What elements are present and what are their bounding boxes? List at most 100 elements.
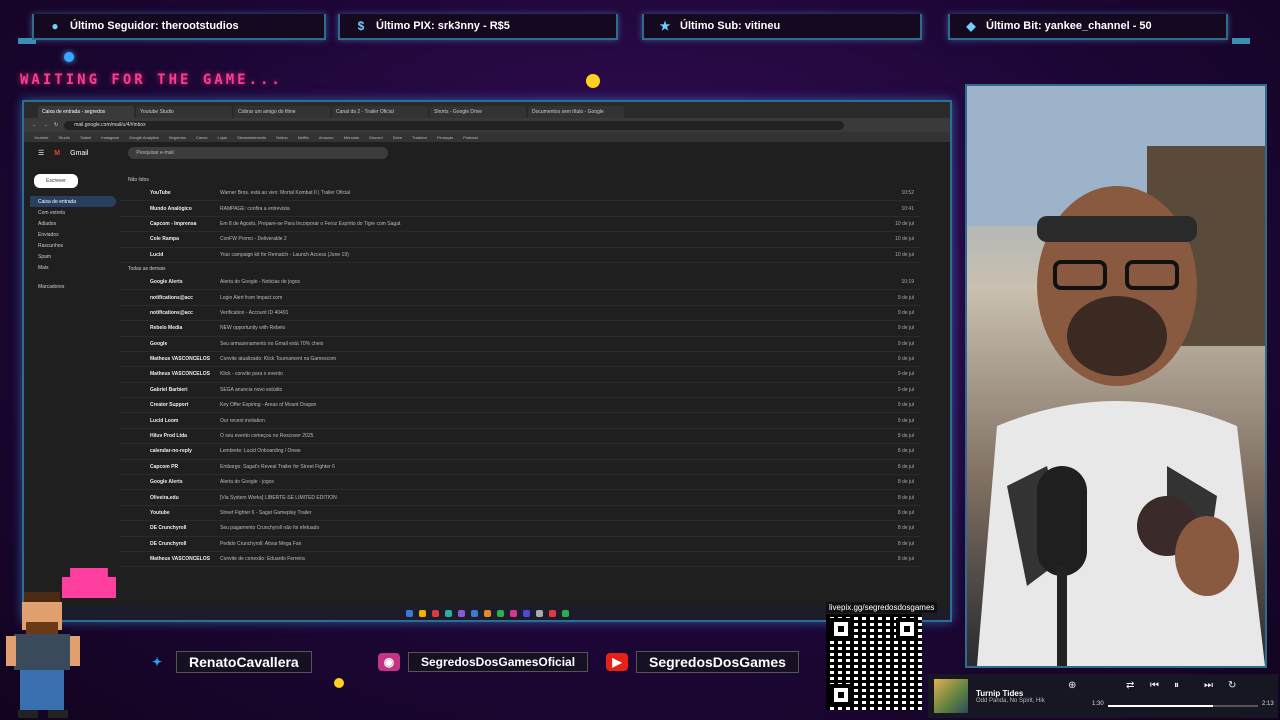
- bookmark-item[interactable]: Netflix: [298, 135, 309, 140]
- sidebar-item[interactable]: Com estrela: [30, 207, 116, 218]
- browser-tab[interactable]: Youtube Studio: [136, 106, 232, 118]
- bookmark-item[interactable]: Podcast: [463, 135, 477, 140]
- mail-row[interactable]: calendar-no-reply Lembrete: Lucid Onboard…: [120, 444, 920, 460]
- progress-bar[interactable]: [1108, 705, 1258, 707]
- mail-row[interactable]: notifications@acc Verification - Account …: [120, 306, 920, 322]
- taskbar-app-icon[interactable]: [470, 609, 478, 617]
- sidebar-item[interactable]: Caixa de entrada: [30, 196, 116, 207]
- browser-tab[interactable]: Documentos sem título - Google: [528, 106, 624, 118]
- bookmark-item[interactable]: Streamelements: [237, 135, 266, 140]
- mail-row[interactable]: Matheus VASCONCELOS Convite de conexão: E…: [120, 552, 920, 568]
- repeat-icon[interactable]: ↻: [1228, 680, 1236, 691]
- social-instagram: ◉ SegredosDosGamesOficial: [378, 648, 589, 676]
- taskbar-app-icon[interactable]: [496, 609, 504, 617]
- shuffle-icon[interactable]: ⇄: [1126, 680, 1134, 691]
- mail-row[interactable]: Capcom - Imprensa Em 8 de Agosto, Prepare…: [120, 217, 920, 233]
- mail-row[interactable]: Capcom PR Embargo: Sagat's Reveal Trailer…: [120, 460, 920, 476]
- mail-date: 9 de jul: [897, 371, 914, 378]
- taskbar-app-icon[interactable]: [457, 609, 465, 617]
- mail-row[interactable]: Cole Rampa ConFW Promo - Deliverable 2 10 …: [120, 232, 920, 248]
- bookmark-item[interactable]: Instagram: [101, 135, 119, 140]
- taskbar-app-icon[interactable]: [509, 609, 517, 617]
- bookmark-item[interactable]: Youtube: [34, 135, 49, 140]
- mail-row[interactable]: YouTube Warner Bros. está ao vivo: Mortal…: [120, 186, 920, 202]
- taskbar-app-icon[interactable]: [444, 609, 452, 617]
- bookmark-item[interactable]: Drive: [393, 135, 402, 140]
- browser-tab[interactable]: Canal da 2 - Trailer Oficial: [332, 106, 428, 118]
- taskbar-app-icon[interactable]: [548, 609, 556, 617]
- mail-date: 9 de jul: [897, 309, 914, 316]
- mail-row[interactable]: Creator Support Key Offer Expiring - Area…: [120, 398, 920, 414]
- add-icon[interactable]: ⊕: [1068, 680, 1076, 691]
- forward-icon[interactable]: →: [43, 122, 48, 128]
- bookmark-item[interactable]: Tradutor: [412, 135, 427, 140]
- bookmark-item[interactable]: Discord: [369, 135, 383, 140]
- mail-row[interactable]: Matheus VASCONCELOS Convite atualizado: K…: [120, 352, 920, 368]
- alert-last-follower: ● Último Seguidor: therootstudios: [32, 14, 326, 40]
- mail-row[interactable]: Google Seu armazenamento no Gmail está 70…: [120, 337, 920, 352]
- bookmark-item[interactable]: Mercado: [344, 135, 360, 140]
- bookmark-item[interactable]: Lojas: [218, 135, 228, 140]
- menu-icon[interactable]: ☰: [38, 149, 44, 157]
- taskbar-app-icon[interactable]: [418, 609, 426, 617]
- taskbar-app-icon[interactable]: [561, 609, 569, 617]
- mail-date: 9 de jul: [897, 386, 914, 393]
- sidebar-item[interactable]: Rascunhos: [30, 240, 116, 251]
- mail-row[interactable]: DE Crunchyroll Seu pagamento Crunchyroll …: [120, 521, 920, 537]
- mail-row[interactable]: Matheus VASCONCELOS Klick - convite para …: [120, 367, 920, 383]
- bookmark-item[interactable]: Notion: [276, 135, 288, 140]
- mail-subject: Your campaign kit for Rematch - Launch A…: [220, 251, 349, 258]
- mail-row[interactable]: Oliveira.edu [Via System Works] LIBERTE-S…: [120, 490, 920, 506]
- social-handle: SegredosDosGamesOficial: [408, 652, 589, 672]
- browser-tab[interactable]: Cobrar um amigo do filme: [234, 106, 330, 118]
- taskbar-app-icon[interactable]: [431, 609, 439, 617]
- bookmark-item[interactable]: Amazon: [319, 135, 334, 140]
- mail-row[interactable]: Google Alerts Alerta do Google - jogos 8 d…: [120, 475, 920, 491]
- bookmark-item[interactable]: Segredos: [169, 135, 186, 140]
- sidebar-item[interactable]: Spam: [30, 251, 116, 262]
- bookmark-item[interactable]: Finanças: [437, 135, 453, 140]
- mail-row[interactable]: Mundo Analógico RAMPAGE: confira a entrev…: [120, 201, 920, 217]
- mail-row[interactable]: Hiluv Prod Ltda O seu evento começou no R…: [120, 429, 920, 445]
- mail-row[interactable]: notifications@acc Login Alert from Impact…: [120, 290, 920, 306]
- bookmark-item[interactable]: Twitch: [80, 135, 91, 140]
- mail-subject: Klick - convite para o evento: [220, 371, 283, 378]
- sidebar-item[interactable]: Mais: [30, 262, 116, 273]
- browser-tab[interactable]: Caixa de entrada - segredos: [38, 106, 134, 118]
- mail-row[interactable]: DE Crunchyroll Pedido Crunchyroll: Ativar…: [120, 537, 920, 552]
- mail-row[interactable]: Youtube Street Fighter 6 - Sagat Gameplay…: [120, 506, 920, 522]
- mail-row[interactable]: Lucid Loom Our recent invitation 9 de jul: [120, 413, 920, 429]
- bookmark-item[interactable]: Canva: [196, 135, 208, 140]
- taskbar-app-icon[interactable]: [405, 609, 413, 617]
- mail-row[interactable]: Google Alerts Alerta do Google - Noticias…: [120, 275, 920, 291]
- gmail-logo-icon: M: [54, 149, 61, 157]
- previous-icon[interactable]: ⏮: [1150, 680, 1159, 691]
- mail-sender: Matheus VASCONCELOS: [150, 556, 210, 563]
- bookmark-item[interactable]: Google Analytics: [129, 135, 159, 140]
- sidebar-item[interactable]: Enviados: [30, 229, 116, 240]
- pacman-icon: [586, 74, 600, 88]
- next-icon[interactable]: ⏭: [1204, 680, 1213, 691]
- social-youtube: ▶ SegredosDosGames: [606, 648, 799, 676]
- back-icon[interactable]: ←: [32, 122, 37, 128]
- mail-row[interactable]: Rebelo Media NEW opportunity with Rebelo 9…: [120, 321, 920, 337]
- mail-row[interactable]: Lucid Your campaign kit for Rematch - Lau…: [120, 248, 920, 263]
- compose-button[interactable]: Escrever: [34, 174, 78, 188]
- url-field[interactable]: mail.google.com/mail/u/4/#inbox: [64, 120, 845, 130]
- bookmark-item[interactable]: Studio: [59, 135, 70, 140]
- browser-tab[interactable]: Shorts - Google Drive: [430, 106, 526, 118]
- sidebar-item[interactable]: Marcadores: [30, 281, 116, 292]
- mail-row[interactable]: Gabriel Barbieri SEGA anuncia novo estúdi…: [120, 383, 920, 399]
- mail-sender: Lucid Loom: [150, 417, 179, 424]
- section-all[interactable]: Todas as demais: [120, 263, 920, 275]
- taskbar-app-icon[interactable]: [535, 609, 543, 617]
- search-input[interactable]: Pesquisar e-mail: [128, 147, 389, 159]
- sidebar-item[interactable]: Adiados: [30, 218, 116, 229]
- reload-icon[interactable]: ↻: [54, 122, 58, 128]
- pause-icon[interactable]: ⏸: [1174, 680, 1179, 691]
- alert-last-sub: ★ Último Sub: vitineu: [642, 14, 922, 40]
- taskbar-app-icon[interactable]: [483, 609, 491, 617]
- taskbar-app-icon[interactable]: [522, 609, 530, 617]
- section-unread[interactable]: Não lidos: [120, 174, 920, 186]
- mail-sender: Youtube: [150, 510, 170, 516]
